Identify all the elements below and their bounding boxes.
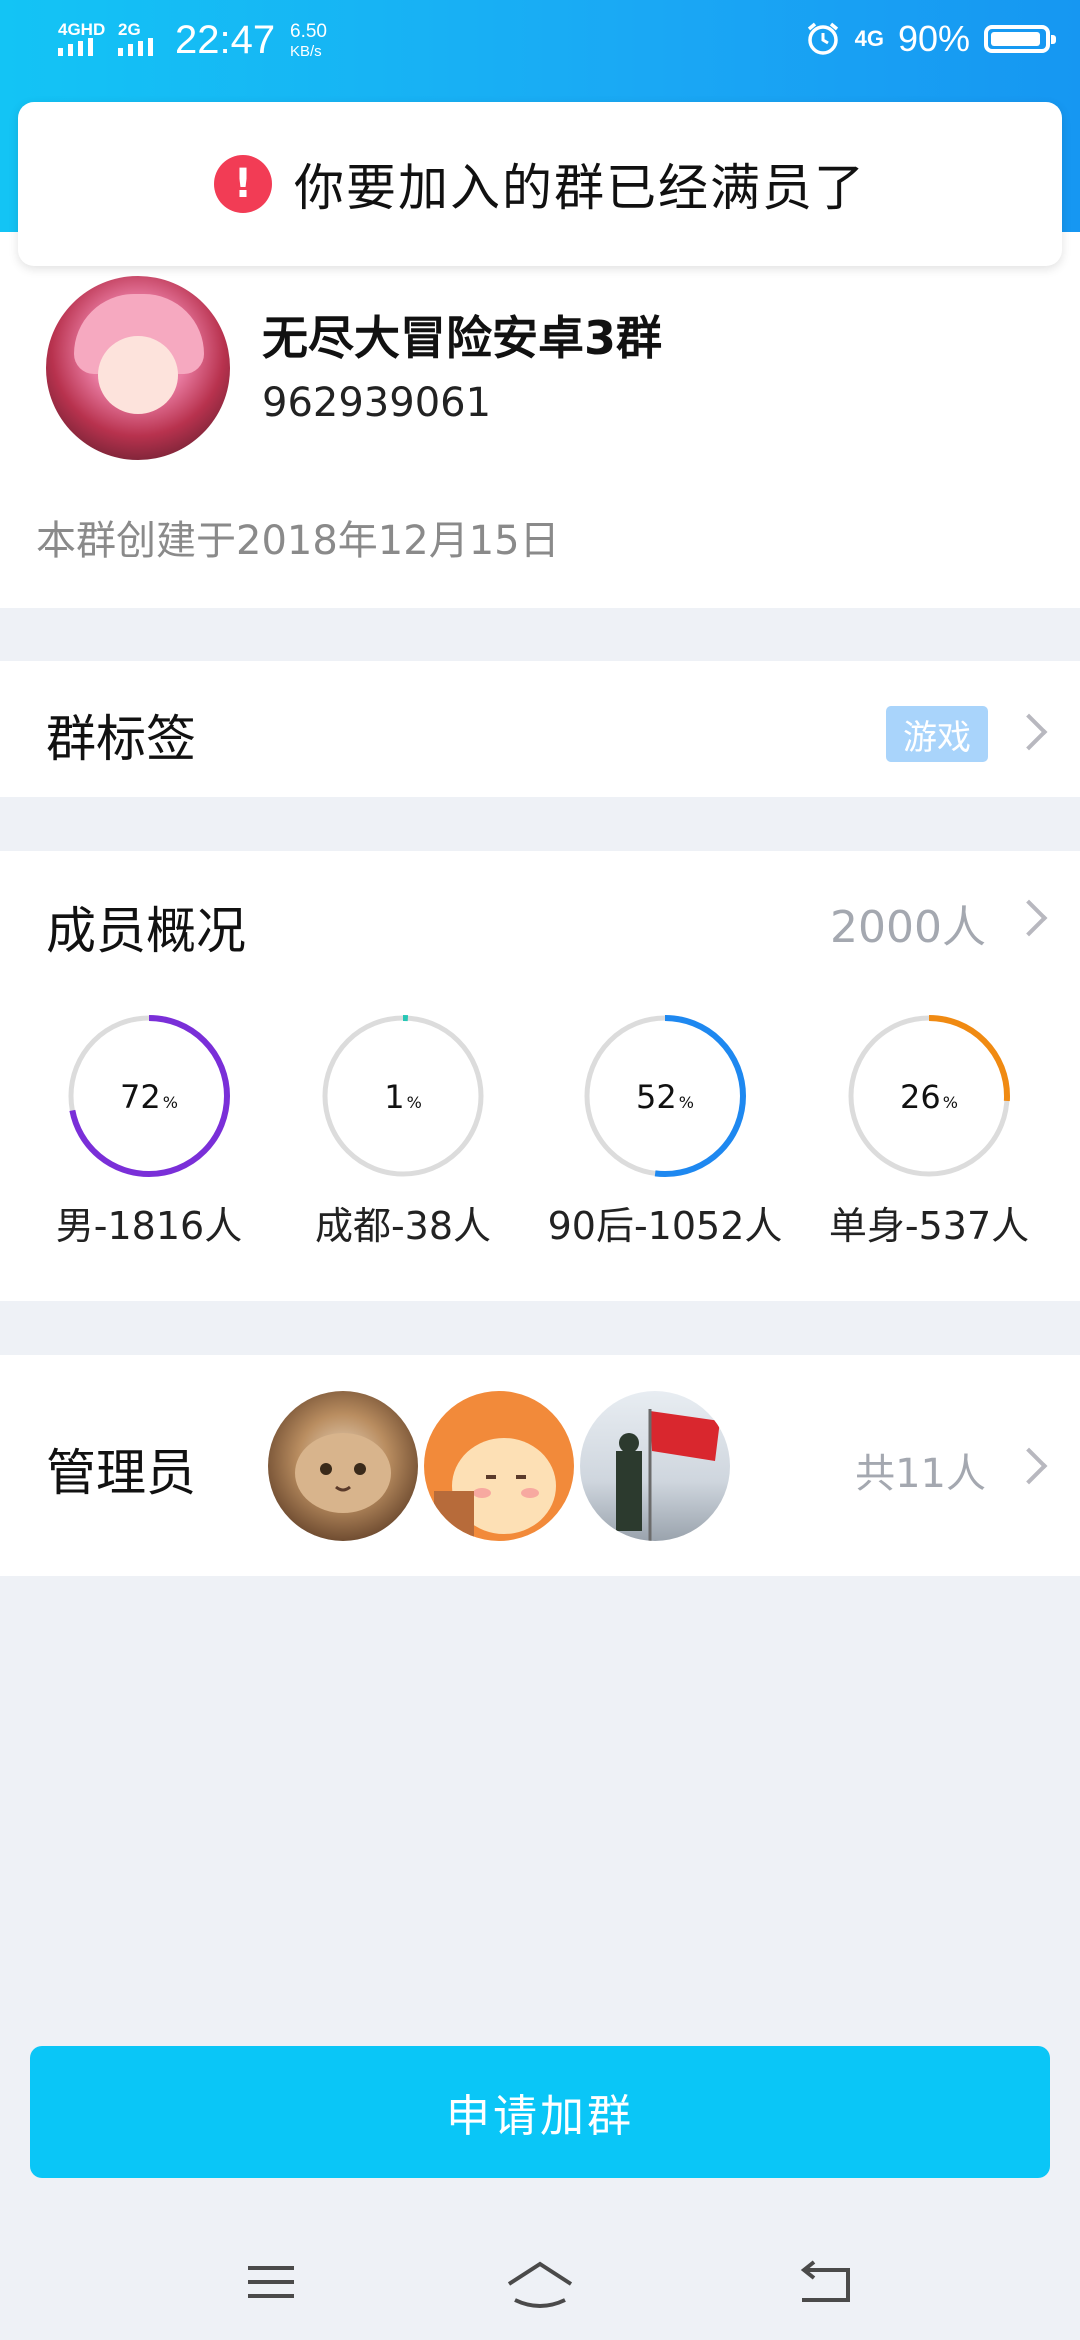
admins-row[interactable]: 管理员 共11人 bbox=[0, 1355, 1080, 1576]
stat-ring: 52% bbox=[584, 1015, 746, 1177]
home-icon[interactable] bbox=[505, 2252, 575, 2312]
stat-ring-value: 52% bbox=[636, 1078, 694, 1116]
group-created-date: 本群创建于2018年12月15日 bbox=[36, 518, 560, 564]
network-speed: 6.50 KB/s bbox=[290, 21, 327, 61]
members-overview-section: 成员概况 2000人 72% 男-1816人 1% 成都-38人 52% 90后-1052… bbox=[0, 851, 1080, 1301]
status-bar: 4GHD 2G 22:47 6.50 KB/s 4G 90% bbox=[0, 0, 1080, 90]
toast-text: 你要加入的群已经满员了 bbox=[294, 159, 866, 217]
clock: 22:47 bbox=[175, 18, 276, 62]
status-right: 4G 90% bbox=[805, 18, 1056, 60]
stat-ring: 1% bbox=[322, 1015, 484, 1177]
member-stat: 72% 男-1816人 bbox=[24, 1011, 274, 1250]
network-type-2: 2G bbox=[118, 20, 141, 39]
member-stat: 52% 90后-1052人 bbox=[540, 1011, 790, 1250]
stat-ring-value: 26% bbox=[900, 1078, 958, 1116]
signal-2-icon bbox=[118, 38, 153, 56]
toast-notification: ! 你要加入的群已经满员了 bbox=[18, 102, 1062, 266]
stat-label: 男-1816人 bbox=[55, 1204, 243, 1248]
battery-percent: 90% bbox=[897, 18, 970, 59]
admin-total: 共11人 bbox=[855, 1451, 986, 1497]
stat-ring: 26% bbox=[848, 1015, 1010, 1177]
admin-avatar-flag[interactable] bbox=[580, 1391, 730, 1541]
stat-ring-value: 72% bbox=[120, 1078, 178, 1116]
tag-badge: 游戏 bbox=[886, 706, 988, 762]
member-stat: 1% 成都-38人 bbox=[278, 1011, 528, 1250]
group-name: 无尽大冒险安卓3群 bbox=[262, 311, 663, 365]
signal-1-icon bbox=[58, 38, 93, 56]
system-nav-bar bbox=[0, 2210, 1080, 2340]
member-stat: 26% 单身-537人 bbox=[804, 1011, 1054, 1250]
stat-ring-value: 1% bbox=[384, 1078, 422, 1116]
stat-label: 90后-1052人 bbox=[547, 1204, 783, 1248]
chevron-right-icon[interactable] bbox=[1010, 899, 1048, 937]
back-icon[interactable] bbox=[790, 2252, 860, 2312]
members-title: 成员概况 bbox=[46, 902, 246, 960]
cat-avatar-icon bbox=[295, 1433, 391, 1513]
chevron-right-icon bbox=[1010, 1447, 1048, 1485]
network-type-1: 4GHD bbox=[58, 20, 106, 39]
group-info-card: 无尽大冒险安卓3群 962939061 本群创建于2018年12月15日 bbox=[0, 232, 1080, 608]
group-avatar[interactable] bbox=[46, 276, 230, 460]
admin-avatar-cat[interactable] bbox=[268, 1391, 418, 1541]
cartoon-avatar-icon bbox=[434, 1438, 556, 1541]
chevron-right-icon bbox=[1010, 713, 1048, 751]
group-tags-title: 群标签 bbox=[46, 710, 196, 768]
flag-avatar-icon bbox=[616, 1409, 720, 1541]
stat-label: 成都-38人 bbox=[314, 1204, 492, 1248]
network-type-right: 4G bbox=[854, 26, 884, 51]
admins-title: 管理员 bbox=[46, 1444, 196, 1502]
stat-ring: 72% bbox=[68, 1015, 230, 1177]
alert-circle-icon: ! bbox=[214, 155, 272, 213]
alarm-icon bbox=[807, 22, 838, 55]
menu-icon[interactable] bbox=[236, 2252, 306, 2312]
member-count[interactable]: 2000人 bbox=[830, 891, 986, 955]
battery-icon bbox=[984, 25, 1056, 53]
apply-join-button[interactable]: 申请加群 bbox=[30, 2046, 1050, 2178]
group-tags-row[interactable]: 群标签 游戏 bbox=[0, 661, 1080, 797]
stat-label: 单身-537人 bbox=[828, 1204, 1030, 1248]
admin-avatar-cartoon[interactable] bbox=[424, 1391, 574, 1541]
group-id: 962939061 bbox=[262, 380, 492, 426]
